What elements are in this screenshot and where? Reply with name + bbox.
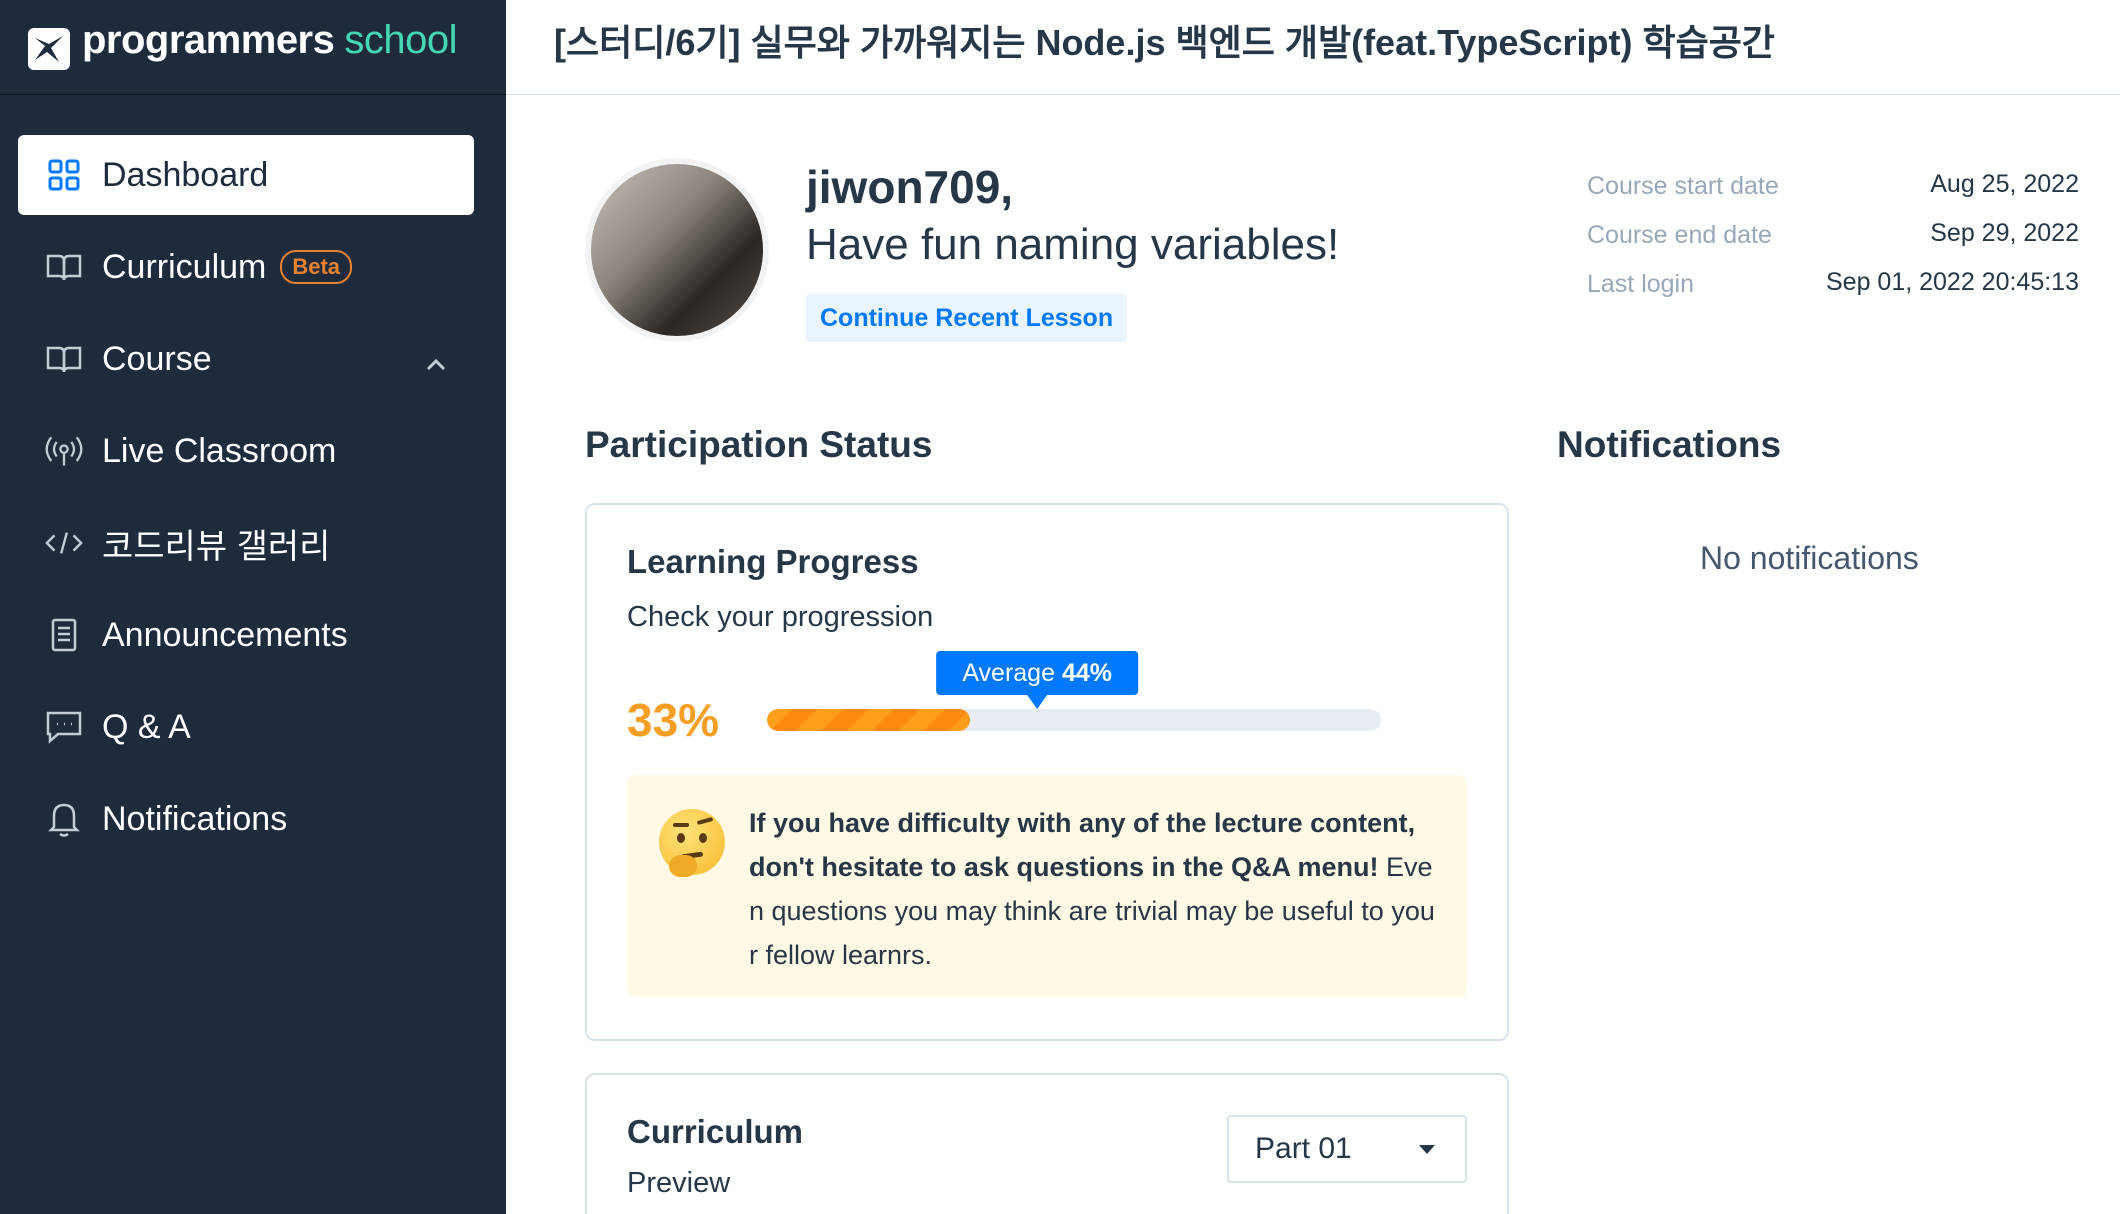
logo-brand: programmers — [82, 17, 335, 62]
page-header: [스터디/6기] 실무와 가까워지는 Node.js 백엔드 개발(feat.T… — [506, 0, 2120, 95]
meta-last-login: Last login Sep 01, 2022 20:45:13 — [1587, 270, 2079, 299]
programmers-logo-icon — [28, 28, 70, 70]
avatar — [585, 158, 769, 342]
sidebar-item-code-review-gallery[interactable]: 코드리뷰 갤러리 — [18, 503, 474, 583]
average-label: Average — [962, 659, 1055, 687]
sidebar-item-course[interactable]: Course — [18, 319, 474, 399]
code-icon — [44, 523, 84, 563]
caret-down-icon — [1419, 1145, 1435, 1154]
logo-text: programmers school — [82, 18, 457, 63]
sidebar-item-curriculum[interactable]: Curriculum Beta — [18, 227, 474, 307]
help-tip: If you have difficulty with any of the l… — [627, 775, 1467, 997]
sidebar-item-label: Curriculum — [102, 247, 267, 286]
participation-status-title: Participation Status — [585, 424, 933, 465]
sidebar-item-announcements[interactable]: Announcements — [18, 595, 474, 675]
sidebar-item-label: Q & A — [102, 707, 191, 746]
notifications-title: Notifications — [1557, 424, 1782, 465]
average-tooltip: Average 44% — [936, 651, 1138, 709]
part-select-value: Part 01 — [1255, 1132, 1352, 1165]
tooltip-arrow — [1027, 695, 1048, 709]
username: jiwon709, — [806, 161, 1014, 213]
meta-value: Sep 29, 2022 — [1930, 219, 2079, 247]
sidebar-item-label: 코드리뷰 갤러리 — [102, 527, 331, 566]
curriculum-subtitle: Preview — [627, 1167, 731, 1199]
help-tip-text: If you have difficulty with any of the l… — [749, 801, 1439, 977]
average-value: 44% — [1061, 659, 1112, 687]
thinking-face-icon — [659, 809, 725, 877]
learning-progress-card: Learning Progress Check your progression… — [585, 503, 1509, 1041]
book-icon — [44, 247, 84, 287]
logo[interactable]: programmers school — [0, 0, 506, 95]
help-tip-bold: If you have difficulty with any of the l… — [749, 808, 1416, 882]
sidebar-item-qna[interactable]: Q & A — [18, 687, 474, 767]
meta-label: Last login — [1587, 270, 1695, 298]
sidebar-item-label: Dashboard — [102, 155, 269, 194]
progress-percent: 33% — [627, 694, 720, 746]
learning-progress-subtitle: Check your progression — [627, 601, 934, 633]
sidebar-item-label: Notifications — [102, 799, 288, 838]
beta-badge: Beta — [280, 250, 353, 284]
book-icon — [44, 339, 84, 379]
sidebar-item-dashboard[interactable]: Dashboard — [18, 135, 474, 215]
course-meta: Course start date Aug 25, 2022 Course en… — [1587, 172, 2079, 319]
learning-progress-title: Learning Progress — [627, 543, 919, 580]
no-notifications-text: No notifications — [1700, 540, 1919, 576]
logo-suffix: school — [344, 17, 457, 62]
sidebar-item-label: Announcements — [102, 615, 348, 654]
broadcast-icon — [44, 431, 84, 471]
meta-start-date: Course start date Aug 25, 2022 — [1587, 172, 2079, 201]
sidebar-nav: Dashboard Curriculum Beta Course Live Cl… — [0, 95, 506, 859]
greeting-message: Have fun naming variables! — [806, 220, 1340, 269]
sidebar-item-notifications[interactable]: Notifications — [18, 779, 474, 859]
sidebar-item-label: Course — [102, 339, 212, 378]
meta-label: Course start date — [1587, 172, 1779, 200]
sidebar: programmers school Dashboard Curriculum B… — [0, 0, 506, 1214]
dashboard-grid-icon — [44, 155, 84, 195]
bell-icon — [44, 799, 84, 839]
curriculum-title: Curriculum — [627, 1113, 804, 1150]
progress-bar — [767, 709, 1381, 731]
chat-icon — [44, 707, 84, 747]
progress-bar-fill — [767, 709, 970, 731]
part-select[interactable]: Part 01 — [1227, 1115, 1467, 1183]
meta-value: Aug 25, 2022 — [1930, 170, 2079, 198]
meta-label: Course end date — [1587, 221, 1772, 249]
course-title: [스터디/6기] 실무와 가까워지는 Node.js 백엔드 개발(feat.T… — [554, 22, 1775, 63]
meta-end-date: Course end date Sep 29, 2022 — [1587, 221, 2079, 250]
meta-value: Sep 01, 2022 20:45:13 — [1825, 268, 2079, 296]
continue-recent-lesson-button[interactable]: Continue Recent Lesson — [806, 294, 1128, 342]
document-icon — [44, 615, 84, 655]
sidebar-item-label: Live Classroom — [102, 431, 337, 470]
chevron-up-icon[interactable] — [424, 343, 448, 382]
sidebar-item-live-classroom[interactable]: Live Classroom — [18, 411, 474, 491]
